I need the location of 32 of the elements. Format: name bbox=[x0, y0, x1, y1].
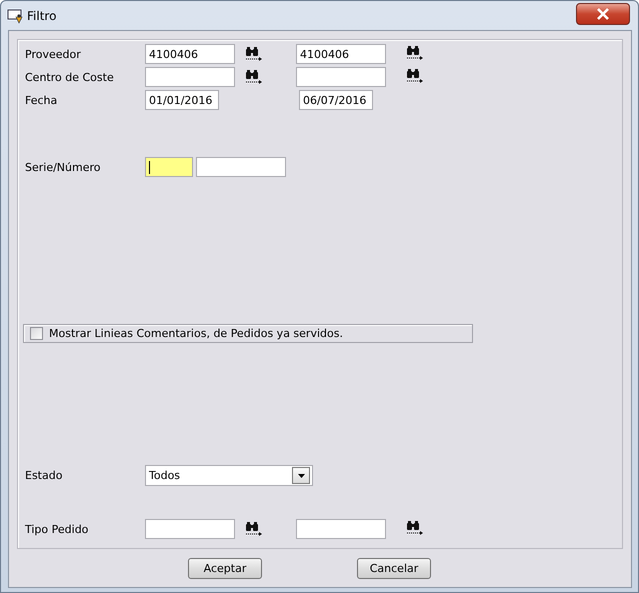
input-field[interactable]: 4100406 bbox=[296, 44, 386, 64]
dropdown[interactable]: Todos bbox=[145, 465, 313, 486]
field-label: Serie/Número bbox=[25, 160, 102, 174]
date-field[interactable]: 06/07/2016 bbox=[299, 90, 373, 110]
binoculars-icon[interactable] bbox=[245, 522, 263, 536]
binoculars-icon[interactable] bbox=[406, 520, 424, 534]
dialog-button[interactable]: Cancelar bbox=[357, 558, 431, 579]
checkbox-label: Mostrar Linieas Comentarios, de Pedidos ya servidos. bbox=[49, 326, 343, 340]
input-field[interactable] bbox=[296, 67, 386, 87]
dialog-button[interactable]: Aceptar bbox=[188, 558, 262, 579]
input-field[interactable] bbox=[145, 67, 235, 87]
input-field[interactable] bbox=[196, 157, 286, 177]
window-title: Filtro bbox=[27, 8, 56, 22]
binoculars-icon[interactable] bbox=[245, 70, 263, 84]
dropdown-arrow-icon bbox=[298, 474, 304, 478]
input-field[interactable]: 4100406 bbox=[145, 44, 235, 64]
field-label: Centro de Coste bbox=[25, 70, 115, 84]
input-field[interactable] bbox=[145, 519, 235, 539]
input-field[interactable] bbox=[296, 519, 386, 539]
binoculars-icon[interactable] bbox=[406, 46, 424, 60]
binoculars-icon[interactable] bbox=[406, 68, 424, 82]
date-field[interactable]: 01/01/2016 bbox=[145, 90, 219, 110]
input-field[interactable] bbox=[145, 157, 193, 177]
field-label: Tipo Pedido bbox=[25, 522, 90, 536]
field-label: Fecha bbox=[25, 94, 58, 106]
binoculars-icon[interactable] bbox=[245, 47, 263, 61]
window-icon bbox=[7, 8, 23, 24]
close-button[interactable] bbox=[576, 3, 630, 25]
field-label: Proveedor bbox=[25, 48, 82, 60]
field-label: Estado bbox=[25, 469, 64, 482]
checkbox[interactable] bbox=[30, 326, 43, 340]
close-icon bbox=[595, 8, 611, 20]
